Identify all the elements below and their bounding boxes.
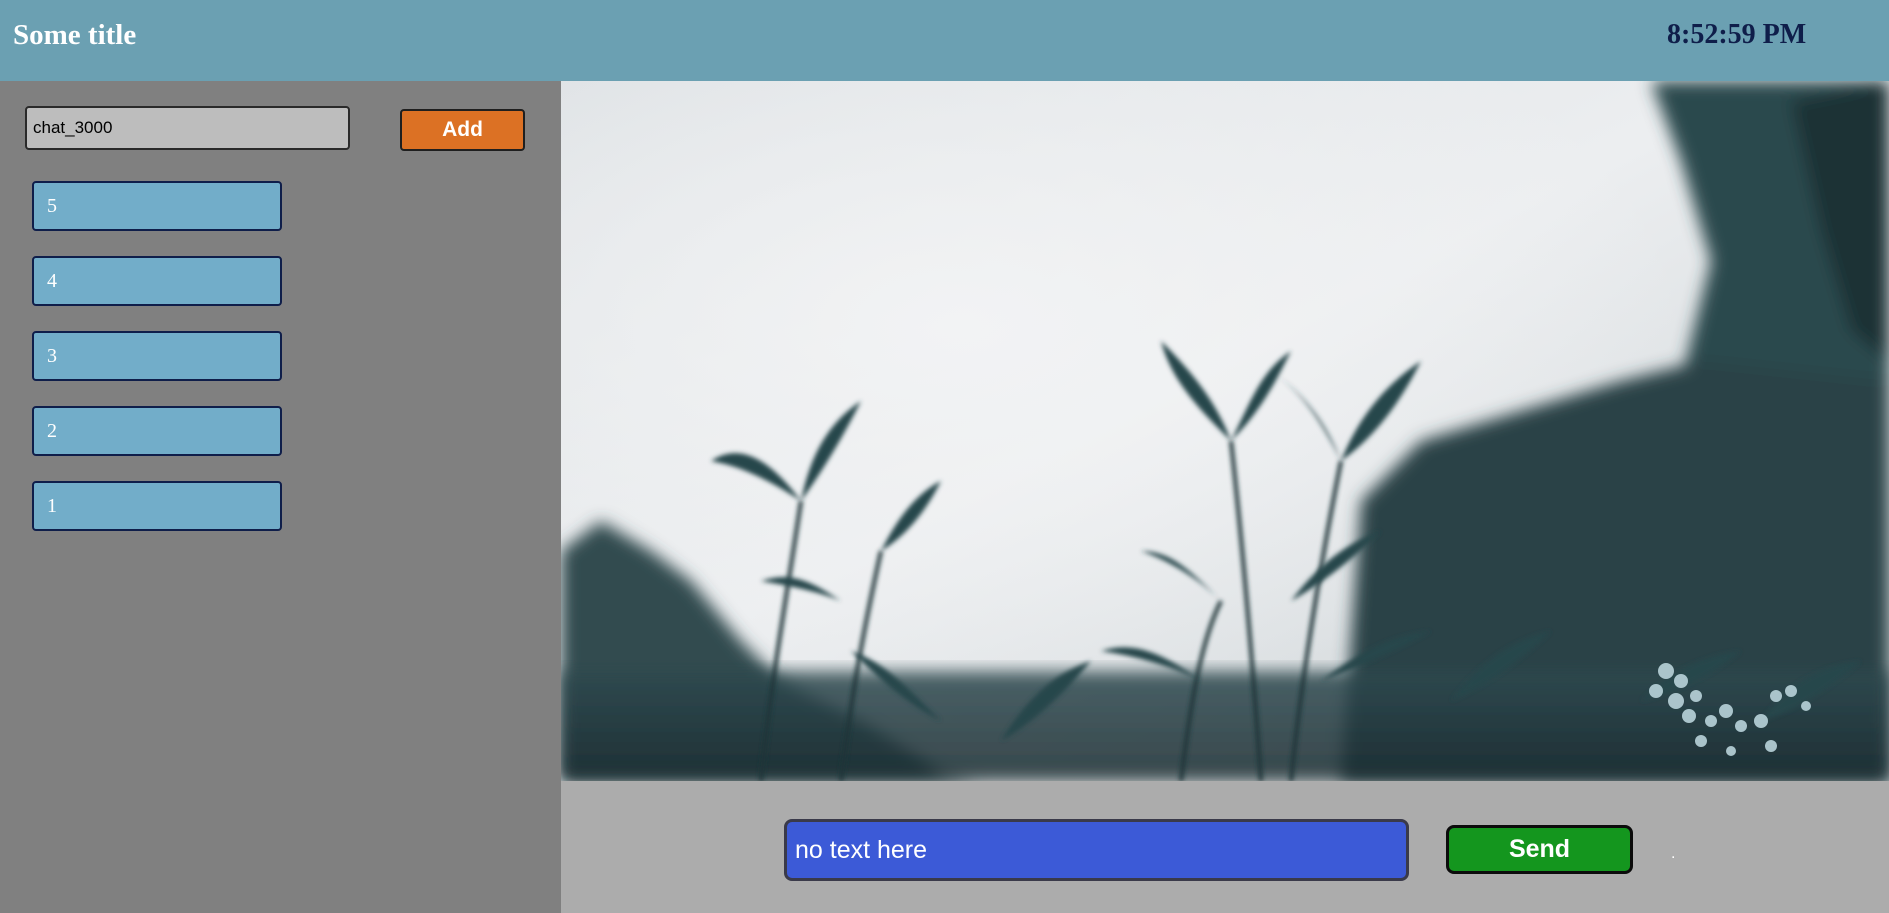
chat-item[interactable]: 4	[32, 256, 282, 306]
clock: 8:52:59 PM	[1667, 19, 1807, 50]
main-panel: Send .	[561, 81, 1889, 913]
sidebar: Add 5 4 3 2 1	[0, 81, 561, 913]
add-button[interactable]: Add	[400, 109, 525, 151]
plant-photo	[561, 81, 1889, 781]
chat-name-input[interactable]	[25, 106, 350, 150]
send-button[interactable]: Send	[1446, 825, 1633, 874]
message-composer: Send .	[561, 781, 1889, 913]
app-title: Some title	[13, 19, 137, 51]
chat-list: 5 4 3 2 1	[32, 181, 282, 556]
chat-item[interactable]: 3	[32, 331, 282, 381]
chat-item[interactable]: 2	[32, 406, 282, 456]
message-input[interactable]	[784, 819, 1409, 881]
chat-item[interactable]: 5	[32, 181, 282, 231]
header-bar: Some title 8:52:59 PM	[0, 0, 1889, 81]
chat-item[interactable]: 1	[32, 481, 282, 531]
status-mark: .	[1671, 845, 1676, 862]
